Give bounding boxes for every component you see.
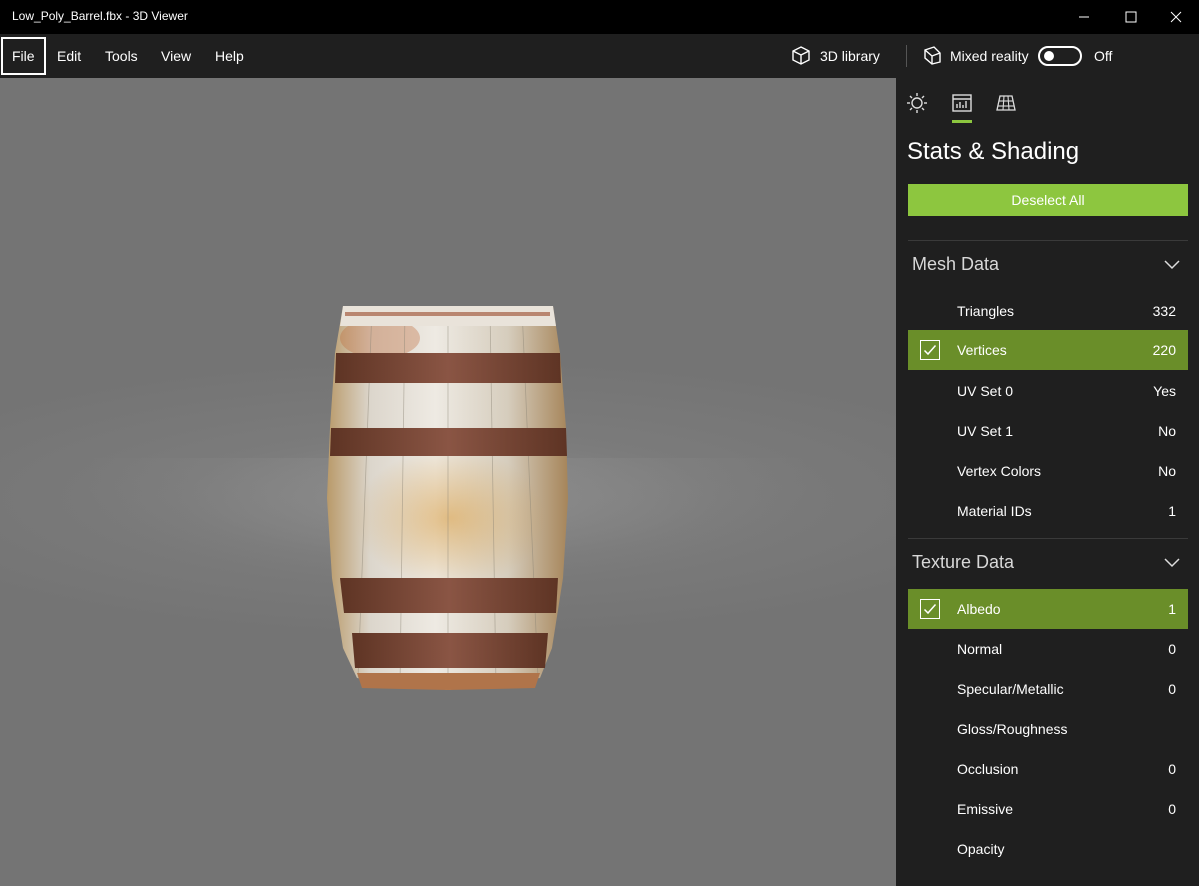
stats-panel: Stats & Shading Deselect All Mesh Data T… [896,78,1199,886]
command-separator [906,45,907,67]
menu-edit[interactable]: Edit [57,37,81,75]
mesh-row-material-ids[interactable]: Material IDs 1 [908,491,1188,531]
3d-library-label: 3D library [820,48,880,64]
tab-grid[interactable] [993,90,1019,116]
minimize-icon [1079,16,1089,18]
row-label: Specular/Metallic [957,681,1064,697]
mesh-row-vertex-colors[interactable]: Vertex Colors No [908,451,1188,491]
tab-lighting[interactable] [904,90,930,116]
row-label: Emissive [957,801,1014,817]
texture-data-title: Texture Data [912,551,1015,572]
row-label: Triangles [957,303,1015,319]
grid-icon [996,95,1016,111]
divider [908,240,1188,241]
active-tab-indicator [952,120,972,123]
row-value: 0 [1168,681,1176,697]
row-value: 220 [1152,342,1176,358]
mesh-row-vertices[interactable]: Vertices 220 [908,330,1188,370]
row-value: 1 [1168,503,1176,519]
row-value: 0 [1168,801,1176,817]
row-label: Material IDs [957,503,1032,519]
3d-viewport[interactable] [0,78,896,886]
cube-icon [792,46,810,65]
texture-row-occlusion[interactable]: Occlusion 0 [908,749,1188,789]
texture-row-opacity[interactable]: Opacity [908,829,1188,869]
mixed-reality-button[interactable]: Mixed reality [922,34,1029,78]
row-value: 0 [1168,641,1176,657]
row-label: Vertex Colors [957,463,1042,479]
row-label: Opacity [957,841,1005,857]
toggle-knob [1044,51,1054,61]
toggle-state: Off [1094,48,1113,64]
mesh-row-uv-set-1[interactable]: UV Set 1 No [908,411,1188,451]
row-value: 0 [1168,761,1176,777]
row-label: UV Set 0 [957,383,1014,399]
row-value: 1 [1168,601,1176,617]
checkbox-checked[interactable] [920,599,940,619]
stats-icon [952,94,972,112]
checkbox-checked[interactable] [920,340,940,360]
menu-bar: File Edit Tools View Help 3D library Mix… [0,34,1199,78]
row-value: Yes [1153,383,1176,399]
row-label: Gloss/Roughness [957,721,1068,737]
3d-library-button[interactable]: 3D library [790,34,880,78]
mixed-reality-toggle[interactable] [1038,46,1082,66]
mesh-row-uv-set-0[interactable]: UV Set 0 Yes [908,371,1188,411]
checkmark-icon [923,604,937,615]
chevron-down-icon [1164,558,1180,568]
row-value: No [1158,423,1176,439]
barrel-model[interactable] [0,78,896,886]
close-icon [1170,11,1182,23]
texture-row-gloss-roughness[interactable]: Gloss/Roughness [908,709,1188,749]
divider [908,538,1188,539]
row-value: 332 [1152,303,1176,319]
title-bar: Low_Poly_Barrel.fbx - 3D Viewer [0,0,1199,34]
row-label: UV Set 1 [957,423,1014,439]
mixed-reality-label: Mixed reality [950,48,1029,64]
minimize-button[interactable] [1061,0,1107,34]
texture-row-albedo[interactable]: Albedo 1 [908,589,1188,629]
row-label: Normal [957,641,1003,657]
mesh-row-triangles[interactable]: Triangles 332 [908,291,1188,331]
window-title: Low_Poly_Barrel.fbx - 3D Viewer [12,9,188,23]
checkmark-icon [923,345,937,356]
menu-help[interactable]: Help [215,37,244,75]
close-button[interactable] [1153,0,1199,34]
row-label: Albedo [957,601,1001,617]
tab-stats[interactable] [949,90,975,116]
deselect-all-button[interactable]: Deselect All [908,184,1188,216]
texture-row-specular-metallic[interactable]: Specular/Metallic 0 [908,669,1188,709]
maximize-button[interactable] [1108,0,1154,34]
menu-view[interactable]: View [161,37,191,75]
maximize-icon [1125,11,1137,23]
row-value: No [1158,463,1176,479]
texture-row-emissive[interactable]: Emissive 0 [908,789,1188,829]
lighting-icon [907,93,927,113]
row-label: Occlusion [957,761,1019,777]
row-label: Vertices [957,342,1007,358]
menu-tools[interactable]: Tools [105,37,138,75]
mesh-data-title: Mesh Data [912,253,1000,274]
panel-title: Stats & Shading [907,138,1080,165]
menu-file[interactable]: File [1,37,46,75]
texture-row-normal[interactable]: Normal 0 [908,629,1188,669]
chevron-down-icon [1164,260,1180,270]
texture-data-header[interactable]: Texture Data [908,542,1188,582]
mesh-data-header[interactable]: Mesh Data [908,244,1188,284]
mixed-reality-icon [924,46,941,65]
